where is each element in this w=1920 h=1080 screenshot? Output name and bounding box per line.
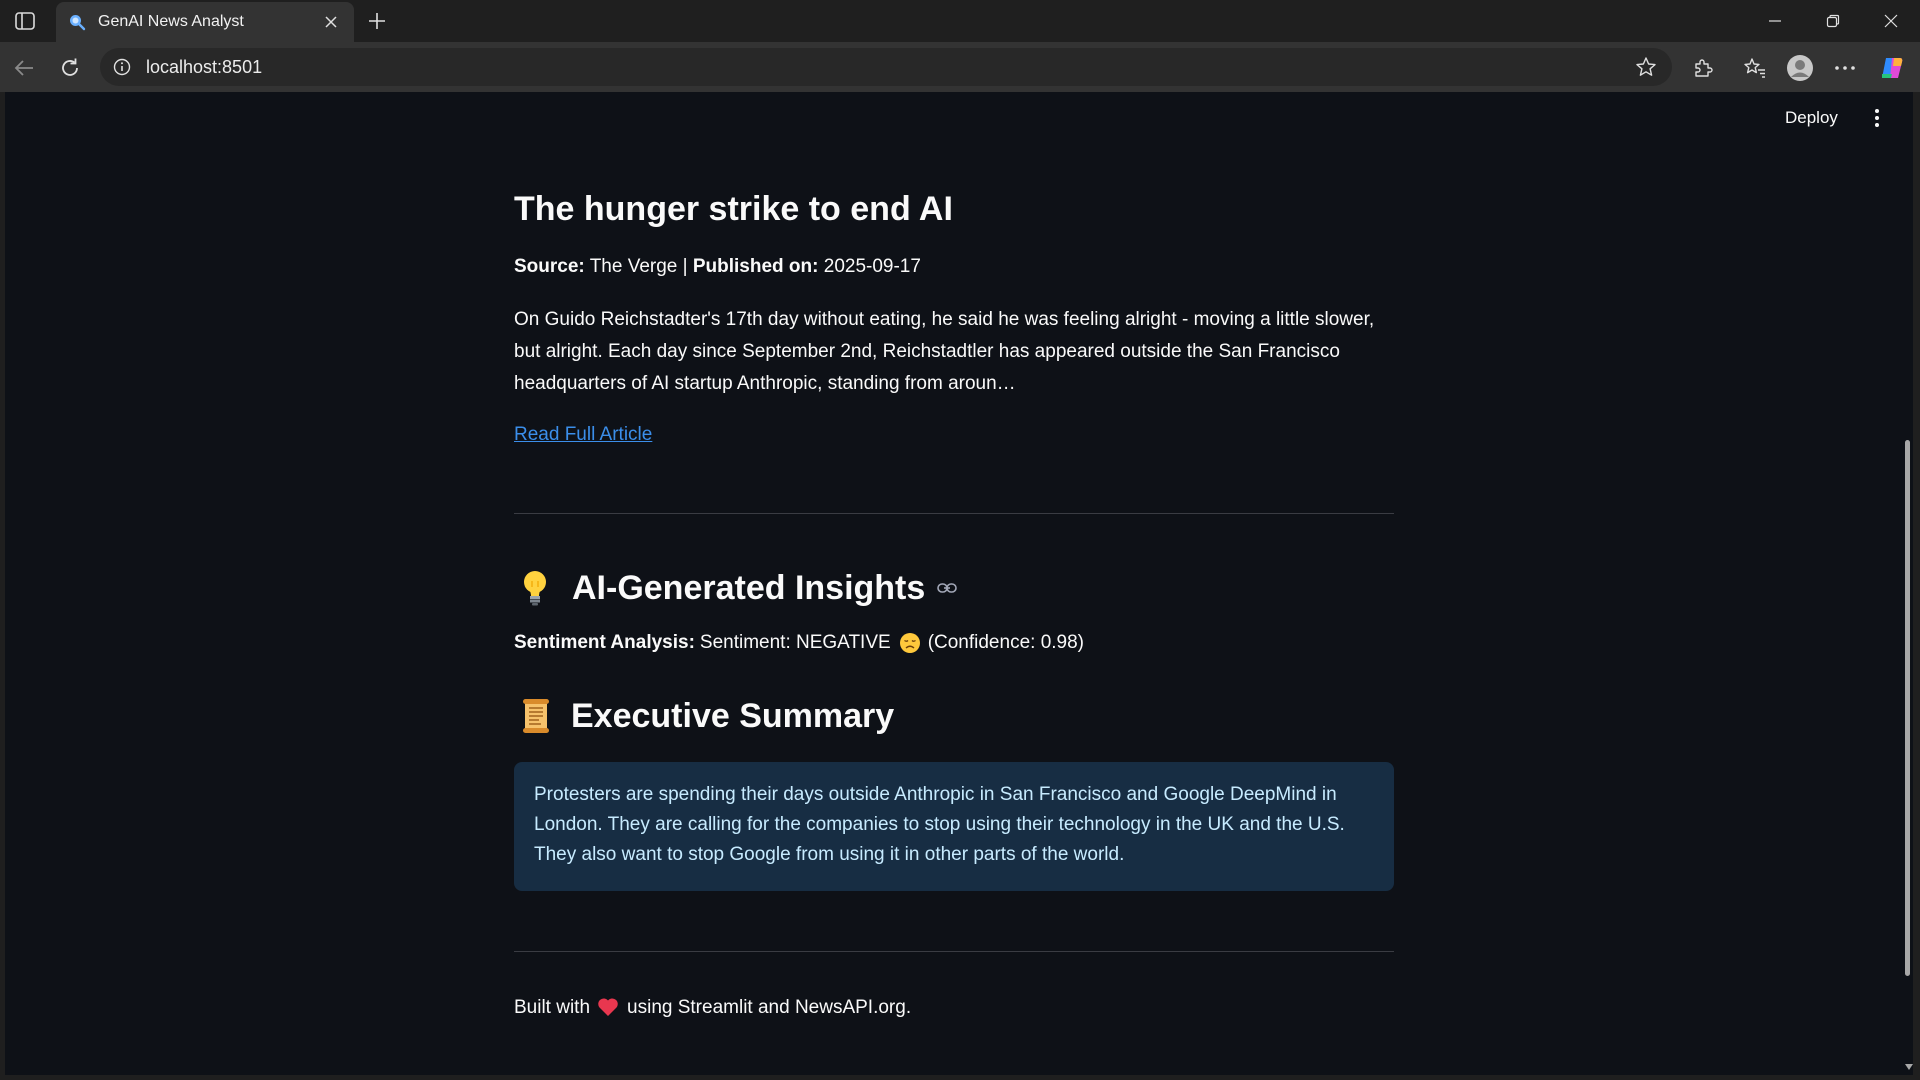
heart-icon <box>597 997 619 1019</box>
sidebar-toggle-icon[interactable] <box>12 9 38 33</box>
anchor-link-icon[interactable] <box>935 576 959 600</box>
address-bar[interactable]: localhost:8501 <box>100 48 1672 86</box>
favorites-list-icon[interactable] <box>1739 52 1771 84</box>
copilot-icon[interactable] <box>1876 52 1908 84</box>
more-menu-icon[interactable] <box>1829 52 1861 84</box>
divider <box>514 513 1394 514</box>
url-text[interactable]: localhost:8501 <box>146 57 1632 78</box>
close-tab-icon[interactable] <box>320 11 342 33</box>
main-menu-icon[interactable] <box>1867 106 1887 130</box>
back-arrow-icon[interactable] <box>8 52 40 84</box>
footer-suffix: using Streamlit and NewsAPI.org. <box>627 997 912 1018</box>
streamlit-app: Deploy The hunger strike to end AI Sourc… <box>5 92 1913 1075</box>
browser-tab[interactable]: GenAI News Analyst <box>56 2 354 42</box>
new-tab-icon[interactable] <box>364 8 390 34</box>
published-date: 2025-09-17 <box>823 256 921 277</box>
divider <box>514 951 1394 952</box>
streamlit-favicon-icon <box>68 13 86 31</box>
browser-tab-bar: GenAI News Analyst <box>0 0 1920 42</box>
summary-text: Protesters are spending their days outsi… <box>534 784 1345 865</box>
sentiment-value: Sentiment: NEGATIVE <box>699 632 891 653</box>
summary-heading-text: Executive Summary <box>571 696 895 735</box>
reload-icon[interactable] <box>54 52 86 84</box>
summary-info-box: Protesters are spending their days outsi… <box>514 762 1394 891</box>
scroll-down-arrow-icon[interactable] <box>1905 1058 1913 1070</box>
tab-title: GenAI News Analyst <box>98 13 244 30</box>
footer: Built with using Streamlit and NewsAPI.o… <box>514 997 911 1019</box>
insights-heading: AI-Generated Insights <box>518 568 959 608</box>
minimize-icon[interactable] <box>1755 8 1795 34</box>
favorite-star-icon[interactable] <box>1632 53 1660 81</box>
article-meta: Source: The Verge | Published on: 2025-0… <box>514 256 921 278</box>
meta-separator: | <box>682 256 688 277</box>
sentiment-analysis: Sentiment Analysis: Sentiment: NEGATIVE … <box>514 632 1084 654</box>
disappointed-face-icon <box>899 632 921 654</box>
lightbulb-icon <box>518 568 552 608</box>
read-full-article-link[interactable]: Read Full Article <box>514 424 652 446</box>
extensions-icon[interactable] <box>1687 52 1719 84</box>
summary-heading: Executive Summary <box>518 696 894 736</box>
browser-toolbar: localhost:8501 <box>0 42 1920 92</box>
article-title: The hunger strike to end AI <box>514 190 953 228</box>
source-label: Source: <box>514 256 585 277</box>
scroll-icon <box>518 696 554 736</box>
sentiment-label: Sentiment Analysis: <box>514 632 695 653</box>
insights-heading-text: AI-Generated Insights <box>572 568 926 607</box>
deploy-button[interactable]: Deploy <box>1785 108 1838 128</box>
published-label: Published on: <box>692 256 819 277</box>
profile-avatar-icon[interactable] <box>1784 52 1816 84</box>
article-description: On Guido Reichstadter's 17th day without… <box>514 309 1375 394</box>
site-info-icon[interactable] <box>112 57 132 77</box>
restore-icon[interactable] <box>1813 8 1853 34</box>
close-window-icon[interactable] <box>1871 8 1911 34</box>
scrollbar-thumb[interactable] <box>1905 440 1910 976</box>
source-value: The Verge <box>589 256 678 277</box>
footer-prefix: Built with <box>514 997 591 1018</box>
confidence-value: (Confidence: 0.98) <box>927 632 1085 653</box>
